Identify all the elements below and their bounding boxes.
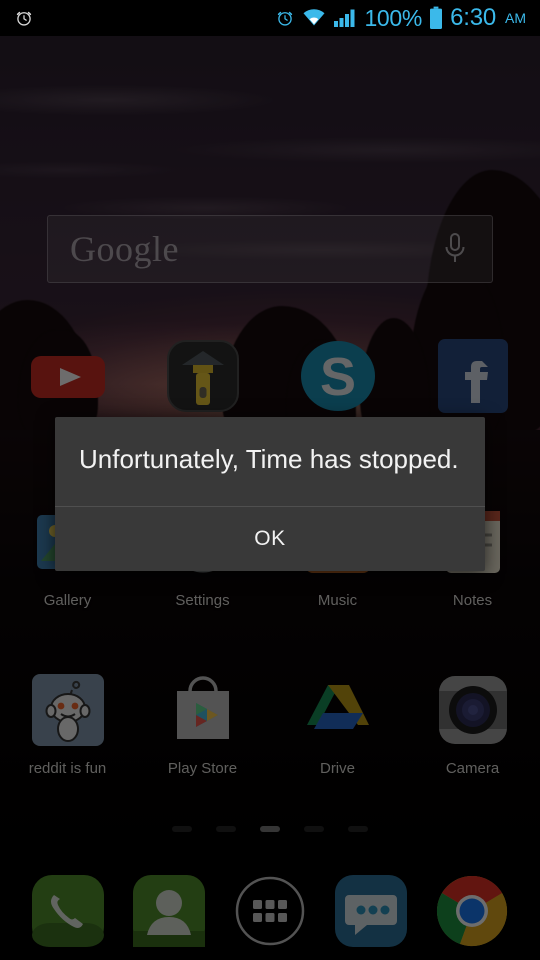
dialog-message: Unfortunately, Time has stopped. — [79, 444, 459, 474]
status-bar[interactable]: 100% 6:30 AM — [0, 0, 540, 36]
android-home-screen: 100% 6:30 AM Google — [0, 0, 540, 960]
alarm-icon — [278, 11, 293, 26]
error-dialog: Unfortunately, Time has stopped. OK — [55, 417, 485, 572]
dialog-actions: OK — [55, 507, 485, 571]
battery-percent-label: 100% — [364, 4, 423, 31]
status-bar-left — [0, 8, 34, 28]
alarm-icon — [16, 11, 32, 26]
ok-button[interactable]: OK — [214, 517, 326, 561]
status-bar-right: 100% 6:30 AM — [275, 4, 540, 32]
status-bar-ampm: AM — [505, 10, 526, 26]
status-bar-clock: 6:30 — [450, 4, 496, 31]
cellular-signal-icon — [334, 9, 355, 27]
wifi-icon — [303, 9, 325, 26]
battery-full-icon — [430, 6, 443, 29]
